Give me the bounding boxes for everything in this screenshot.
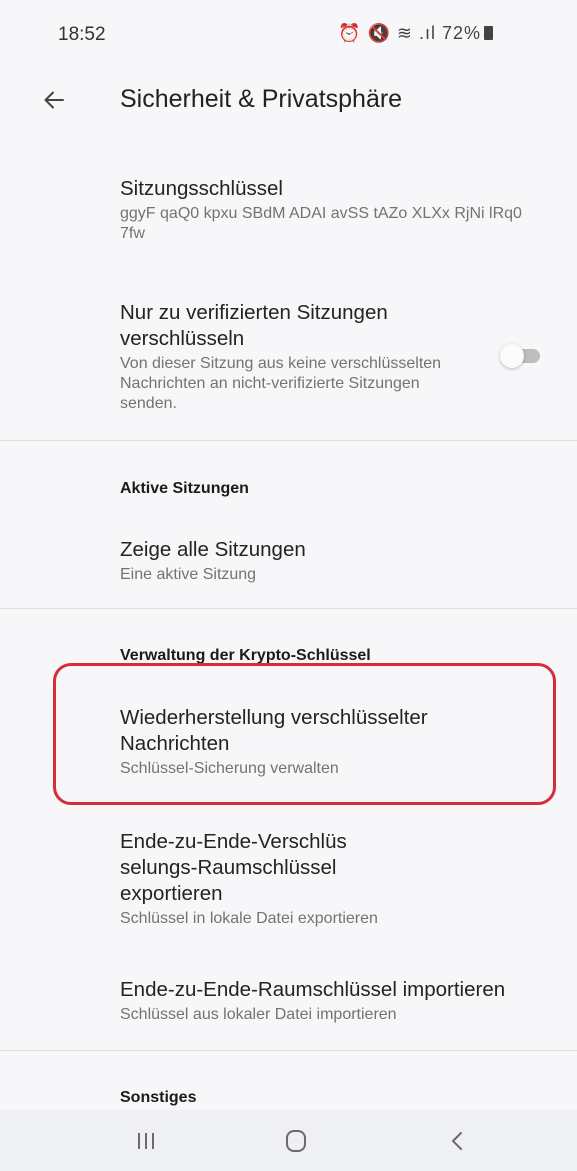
recent-apps-icon[interactable] [96, 1110, 196, 1171]
wifi-icon: ≋ [396, 23, 413, 43]
encrypt-verified-only-toggle[interactable] [500, 344, 544, 368]
home-icon[interactable] [246, 1110, 346, 1171]
system-nav-bar [0, 1110, 577, 1171]
alarm-icon: ⏰ [338, 23, 362, 43]
export-keys-title: Ende-zu-Ende-Verschlüs selungs-Raumschlü… [120, 830, 347, 905]
back-arrow-icon[interactable] [30, 76, 78, 124]
session-key-item[interactable]: Sitzungsschlüssel ggyF qaQ0 kpxu SBdM AD… [120, 176, 550, 244]
section-header-other: Sonstiges [120, 1089, 197, 1106]
divider [0, 608, 577, 609]
encrypt-verified-only-item[interactable]: Nur zu verifizierten Sitzungen verschlüs… [120, 300, 450, 414]
mute-icon: 🔇 [367, 23, 391, 43]
app-bar: Sicherheit & Privatsphäre [0, 60, 577, 140]
back-icon[interactable] [407, 1110, 507, 1171]
session-key-value: ggyF qaQ0 kpxu SBdM ADAI avSS tAZo XLXx … [120, 205, 522, 242]
encrypt-verified-only-title: Nur zu verifizierten Sitzungen verschlüs… [120, 301, 388, 350]
section-header-active-sessions: Aktive Sitzungen [120, 480, 249, 497]
import-keys-item[interactable]: Ende-zu-Ende-Raumschlüssel importieren S… [120, 977, 550, 1025]
page-title: Sicherheit & Privatsphäre [120, 85, 403, 113]
divider [0, 440, 577, 441]
battery-icon [484, 26, 494, 40]
show-all-sessions-sub: Eine aktive Sitzung [120, 566, 257, 583]
session-key-title: Sitzungsschlüssel [120, 177, 283, 200]
show-all-sessions-title: Zeige alle Sitzungen [120, 538, 306, 561]
import-keys-title: Ende-zu-Ende-Raumschlüssel importieren [120, 978, 506, 1001]
encrypt-verified-only-description: Von dieser Sitzung aus keine verschlüsse… [120, 355, 442, 412]
show-all-sessions-item[interactable]: Zeige alle Sitzungen Eine aktive Sitzung [120, 537, 550, 585]
export-keys-item[interactable]: Ende-zu-Ende-Verschlüs selungs-Raumschlü… [120, 829, 390, 929]
status-bar: 18:52 ⏰ 🔇 ≋ .ıl 72% [0, 0, 577, 60]
divider [0, 1050, 577, 1051]
toggle-knob [500, 344, 524, 368]
import-keys-sub: Schlüssel aus lokaler Datei importieren [120, 1006, 397, 1023]
battery-level: 72% [442, 23, 482, 43]
export-keys-sub: Schlüssel in lokale Datei exportieren [120, 910, 378, 927]
status-time: 18:52 [58, 24, 106, 45]
signal-icon: .ıl [418, 23, 436, 43]
highlight-box [53, 663, 556, 805]
status-icons: ⏰ 🔇 ≋ .ıl 72% [338, 23, 494, 44]
